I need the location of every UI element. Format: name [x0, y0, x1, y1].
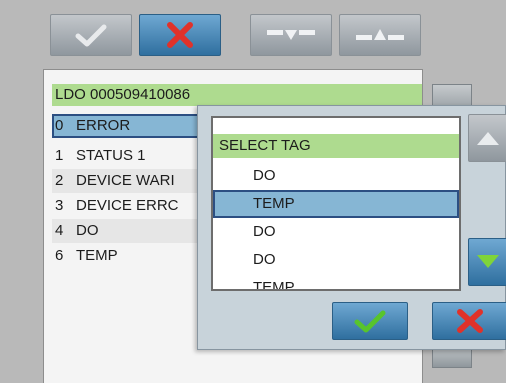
tag-options-list: SELECT TAG DO TEMP DO DO TEMP	[211, 116, 461, 291]
dialog-title: SELECT TAG	[213, 134, 459, 158]
list-item-label: DEVICE ERRC	[76, 197, 179, 214]
check-icon	[354, 310, 386, 333]
list-item-index: 1	[55, 147, 64, 164]
scroll-down-button[interactable]	[468, 238, 506, 286]
dialog-ok-button[interactable]	[332, 302, 408, 340]
check-icon	[75, 24, 107, 47]
cancel-button[interactable]	[139, 14, 221, 56]
tag-option[interactable]: DO	[213, 162, 459, 190]
list-item-index: 4	[55, 222, 64, 239]
cross-icon	[167, 22, 193, 48]
move-down-button[interactable]	[250, 14, 332, 56]
list-item-label: TEMP	[76, 247, 118, 264]
tag-option[interactable]: DO	[213, 218, 459, 246]
move-down-icon	[267, 30, 315, 40]
arrow-down-icon	[477, 255, 499, 268]
cross-icon	[457, 309, 483, 333]
dialog-cancel-button[interactable]	[432, 302, 506, 340]
tag-option[interactable]: TEMP	[213, 190, 459, 218]
list-item-index: 2	[55, 172, 64, 189]
scroll-up-button[interactable]	[468, 114, 506, 162]
arrow-up-icon	[477, 132, 499, 145]
list-item-index: 0	[55, 117, 64, 134]
device-screen: LDO 000509410086 0 ERROR 1 STATUS 1 2 DEVIC…	[0, 0, 506, 383]
device-header: LDO 000509410086	[52, 84, 422, 106]
list-item-label: DO	[76, 222, 99, 239]
tag-option[interactable]: TEMP	[213, 274, 459, 289]
list-item-label: STATUS 1	[76, 147, 146, 164]
list-item-index: 3	[55, 197, 64, 214]
list-item-label: ERROR	[76, 117, 131, 134]
select-tag-dialog: SELECT TAG DO TEMP DO DO TEMP	[197, 105, 506, 350]
list-item-index: 6	[55, 247, 64, 264]
tag-option[interactable]: DO	[213, 246, 459, 274]
move-up-button[interactable]	[339, 14, 421, 56]
confirm-button[interactable]	[50, 14, 132, 56]
list-item-label: DEVICE WARI	[76, 172, 175, 189]
move-up-icon	[356, 29, 404, 40]
